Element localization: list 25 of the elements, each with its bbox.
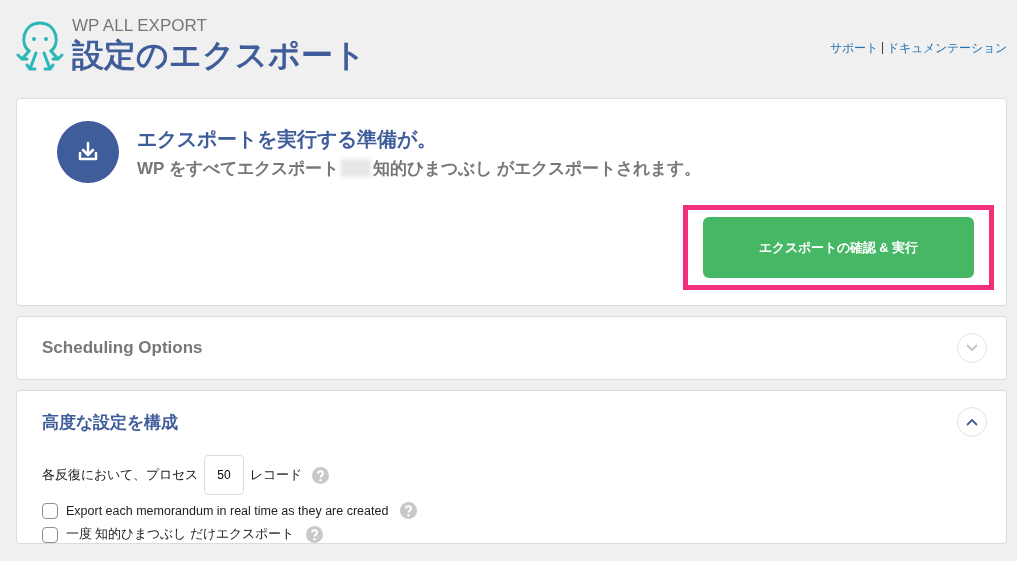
help-icon	[312, 466, 329, 484]
blurred-patch	[340, 159, 371, 177]
option-label: 一度 知的ひまつぶし だけエクスポート	[66, 526, 294, 543]
records-unit: レコード	[250, 466, 302, 484]
checkbox[interactable]	[42, 526, 58, 543]
option-label: Export each memorandum in real time as they are created	[66, 503, 389, 518]
checkbox[interactable]	[42, 502, 58, 519]
ready-heading: エクスポートを実行する準備が。	[137, 126, 438, 152]
section-title: Scheduling Options	[42, 338, 203, 358]
documentation-link[interactable]: ドキュメンテーション	[887, 39, 1007, 57]
section-title: 高度な設定を構成	[42, 411, 178, 434]
page-title: 設定のエクスポート	[72, 36, 366, 75]
export-description: WP をすべてエクスポート	[137, 157, 339, 180]
chevron-up-icon	[966, 418, 978, 426]
export-description: 知的ひまつぶし がエクスポートされます。	[372, 157, 701, 180]
download-icon	[57, 121, 119, 183]
help-icon	[400, 502, 418, 519]
brand-name: WP ALL EXPORT	[72, 17, 208, 35]
chevron-down-icon	[966, 344, 978, 352]
records-input[interactable]: 50	[204, 455, 244, 495]
records-label: 各反復において、プロセス	[42, 466, 198, 484]
link-separator: |	[880, 39, 884, 56]
collapse-button[interactable]	[957, 407, 987, 437]
confirm-run-button[interactable]: エクスポートの確認 & 実行	[703, 217, 974, 278]
support-link[interactable]: サポート	[829, 39, 878, 57]
